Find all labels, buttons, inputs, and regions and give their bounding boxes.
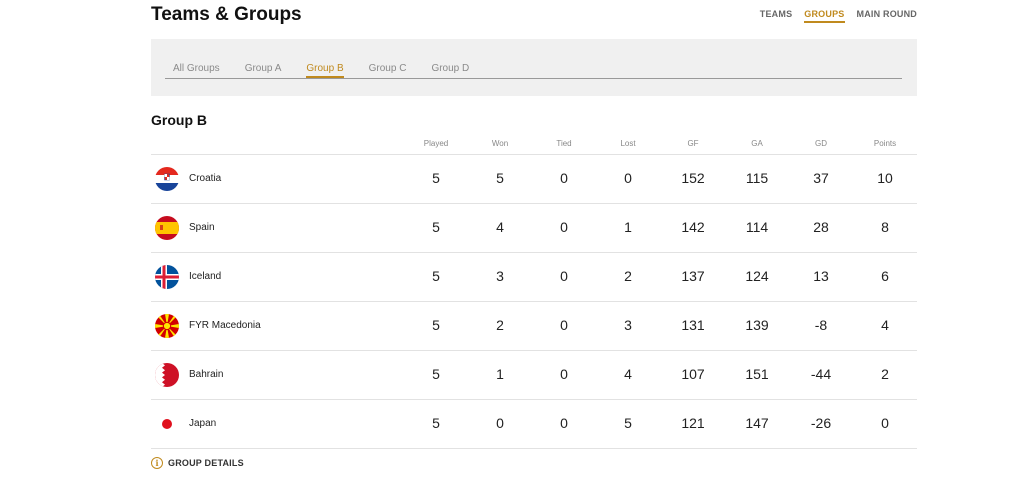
won-value: 3 [496, 268, 504, 284]
tied-value: 0 [560, 170, 568, 186]
team-name[interactable]: Bahrain [189, 369, 223, 380]
lost-value: 4 [624, 366, 632, 382]
points-value: 10 [877, 170, 893, 186]
lost-value: 2 [624, 268, 632, 284]
points-value: 0 [881, 415, 889, 431]
team-name[interactable]: Iceland [189, 271, 221, 282]
group-heading: Group B [151, 112, 207, 128]
ga-value: 151 [745, 366, 769, 382]
points-value: 6 [881, 268, 889, 284]
nav-teams[interactable]: TEAMS [760, 9, 793, 23]
ga-value: 114 [745, 219, 769, 235]
won-value: 2 [496, 317, 504, 333]
ga-value: 124 [745, 268, 769, 284]
tied-value: 0 [560, 415, 568, 431]
column-header-gf: GF [687, 139, 699, 148]
iceland-flag-icon [155, 265, 179, 289]
gf-value: 152 [681, 170, 705, 186]
gd-value: 28 [813, 219, 829, 235]
tied-value: 0 [560, 317, 568, 333]
table-header: Played Won Tied Lost GF GA GD Points [151, 137, 917, 155]
nav-groups[interactable]: GROUPS [804, 9, 845, 23]
tab-group-d[interactable]: Group D [431, 63, 469, 78]
table-row[interactable]: Iceland 5 3 0 2 137 124 13 6 [151, 253, 917, 302]
tied-value: 0 [560, 268, 568, 284]
lost-value: 0 [624, 170, 632, 186]
ga-value: 147 [745, 415, 769, 431]
lost-value: 3 [624, 317, 632, 333]
japan-flag-icon [155, 412, 179, 436]
tied-value: 0 [560, 219, 568, 235]
team-name[interactable]: Croatia [189, 173, 221, 184]
teams-groups-page: Teams & Groups TEAMS GROUPS MAIN ROUND A… [0, 0, 1024, 480]
team-name[interactable]: Japan [189, 418, 216, 429]
column-header-points: Points [873, 139, 897, 148]
table-row[interactable]: FYR Macedonia 5 2 0 3 131 139 -8 4 [151, 302, 917, 351]
gf-value: 142 [681, 219, 705, 235]
nav-main-round[interactable]: MAIN ROUND [857, 9, 918, 23]
croatia-flag-icon [155, 167, 179, 191]
column-header-tied: Tied [556, 139, 572, 148]
won-value: 0 [496, 415, 504, 431]
column-header-gd: GD [815, 139, 827, 148]
gf-value: 107 [681, 366, 705, 382]
won-value: 1 [496, 366, 504, 382]
tab-group-a[interactable]: Group A [245, 63, 282, 78]
standings-table: Played Won Tied Lost GF GA GD Points Cro… [151, 137, 917, 449]
gd-value: -8 [814, 317, 828, 333]
table-row[interactable]: Spain 5 4 0 1 142 114 28 8 [151, 204, 917, 253]
spain-flag-icon [155, 216, 179, 240]
table-row[interactable]: Japan 5 0 0 5 121 147 -26 0 [151, 400, 917, 449]
team-name[interactable]: FYR Macedonia [189, 320, 261, 331]
played-value: 5 [432, 170, 440, 186]
won-value: 5 [496, 170, 504, 186]
played-value: 5 [432, 317, 440, 333]
column-header-won: Won [491, 139, 509, 148]
gd-value: 37 [813, 170, 829, 186]
lost-value: 1 [624, 219, 632, 235]
gf-value: 121 [681, 415, 705, 431]
info-icon: i [151, 457, 163, 469]
gd-value: 13 [813, 268, 829, 284]
team-name[interactable]: Spain [189, 222, 215, 233]
points-value: 4 [881, 317, 889, 333]
ga-value: 139 [745, 317, 769, 333]
tab-group-c[interactable]: Group C [369, 63, 407, 78]
top-nav: TEAMS GROUPS MAIN ROUND [760, 9, 917, 23]
tab-group-b[interactable]: Group B [306, 63, 344, 78]
gd-value: -44 [810, 366, 832, 382]
played-value: 5 [432, 415, 440, 431]
ga-value: 115 [745, 170, 769, 186]
column-header-lost: Lost [620, 139, 636, 148]
table-row[interactable]: Bahrain 5 1 0 4 107 151 -44 2 [151, 351, 917, 400]
table-row[interactable]: Croatia 5 5 0 0 152 115 37 10 [151, 155, 917, 204]
points-value: 8 [881, 219, 889, 235]
tied-value: 0 [560, 366, 568, 382]
group-details-link[interactable]: i GROUP DETAILS [151, 457, 244, 469]
played-value: 5 [432, 366, 440, 382]
column-header-ga: GA [751, 139, 763, 148]
points-value: 2 [881, 366, 889, 382]
lost-value: 5 [624, 415, 632, 431]
gd-value: -26 [810, 415, 832, 431]
won-value: 4 [496, 219, 504, 235]
page-title: Teams & Groups [151, 4, 302, 25]
gf-value: 137 [681, 268, 705, 284]
bahrain-flag-icon [155, 363, 179, 387]
group-details-label[interactable]: GROUP DETAILS [168, 458, 244, 468]
column-header-played: Played [423, 139, 449, 148]
played-value: 5 [432, 268, 440, 284]
group-tabs-panel: All Groups Group A Group B Group C Group… [151, 39, 917, 96]
tab-all-groups[interactable]: All Groups [173, 63, 220, 78]
group-tabs: All Groups Group A Group B Group C Group… [165, 63, 902, 79]
macedonia-flag-icon [155, 314, 179, 338]
gf-value: 131 [681, 317, 705, 333]
played-value: 5 [432, 219, 440, 235]
